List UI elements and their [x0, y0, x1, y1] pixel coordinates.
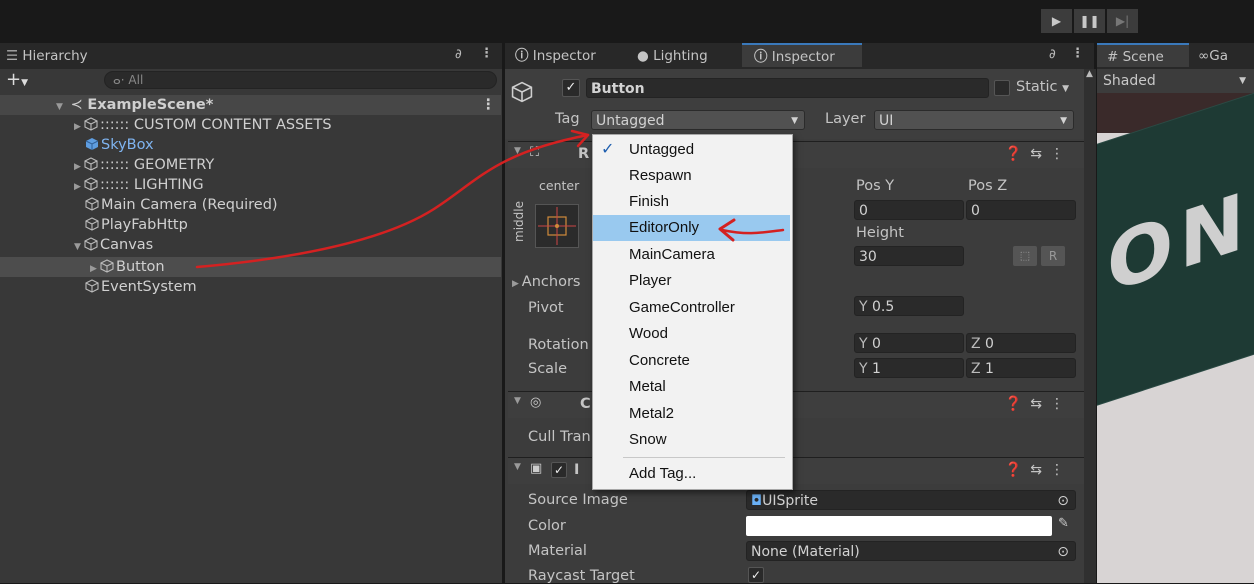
annotation-overlay: [195, 129, 785, 269]
annotation-arrow-editoronly: [720, 228, 785, 235]
annotation-arrow-button-to-tag: [195, 133, 590, 269]
